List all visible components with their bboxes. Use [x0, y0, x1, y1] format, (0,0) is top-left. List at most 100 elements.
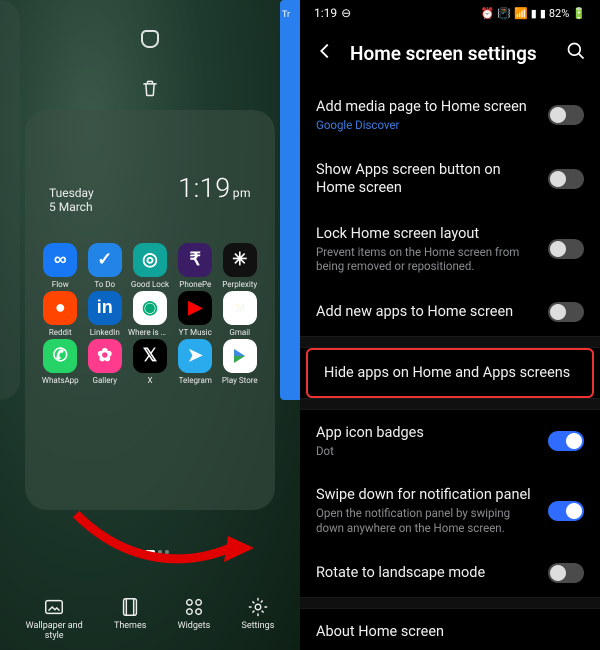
app-icon: ◉: [133, 291, 167, 325]
widgets-label: Widgets: [178, 622, 211, 632]
setting-row-hide-apps-on-home-and-apps-screens[interactable]: Hide apps on Home and Apps screens: [308, 350, 592, 396]
app-icon: ✆: [43, 339, 77, 373]
setting-row-app-icon-badges[interactable]: App icon badgesDot: [300, 410, 600, 473]
app-label: Gmail: [229, 328, 250, 337]
setting-row-rotate-to-landscape-mode[interactable]: Rotate to landscape mode: [300, 549, 600, 597]
setting-title: Swipe down for notification panel: [316, 486, 536, 504]
widgets-button[interactable]: Widgets: [178, 596, 211, 642]
home-icon[interactable]: [141, 30, 159, 48]
title-bar: Home screen settings: [300, 26, 600, 84]
battery-icon: 🔋: [572, 7, 586, 20]
app-icon: ✓: [88, 243, 122, 277]
setting-title: Show Apps screen button on Home screen: [316, 161, 536, 197]
toggle[interactable]: [548, 239, 584, 259]
app-label: Telegram: [179, 376, 212, 385]
wifi-icon: 📶: [514, 7, 528, 20]
annotation-arrow: [68, 506, 258, 580]
app-flow[interactable]: ∞Flow: [39, 243, 82, 289]
app-label: To Do: [94, 280, 115, 289]
toggle[interactable]: [548, 105, 584, 125]
app-label: X: [147, 376, 152, 385]
back-button[interactable]: [314, 40, 336, 66]
status-bar: 1:19 ⊖ ⏰ 📳 📶 ▮ ▮ 82% 🔋: [300, 0, 600, 26]
signal1-icon: ▮: [531, 7, 537, 20]
alarm-icon: ⏰: [481, 7, 495, 20]
toggle[interactable]: [548, 302, 584, 322]
wallpaper-label: Wallpaper and style: [26, 622, 83, 642]
app-label: Play Store: [222, 376, 258, 385]
settings-button[interactable]: Settings: [241, 596, 274, 642]
launcher-toolbar: Wallpaper and style Themes Widgets Setti…: [0, 596, 300, 642]
app-icon: ●: [43, 291, 77, 325]
battery-percent: 82%: [549, 7, 569, 20]
app-label: YT Music: [179, 328, 212, 337]
wallpaper-button[interactable]: Wallpaper and style: [26, 596, 83, 642]
app-where-is-my-[interactable]: ◉ Where is my..: [128, 291, 172, 337]
setting-row-add-new-apps-to-home-screen[interactable]: Add new apps to Home screen: [300, 288, 600, 336]
launcher-edit-screen: Tr Tuesday 5 March 1:19pm ∞Flow✓ To Do ◎ Go…: [0, 0, 300, 650]
app-icon: ✿: [88, 339, 122, 373]
status-time: 1:19: [314, 6, 337, 20]
app-label: Where is my..: [128, 328, 172, 337]
themes-button[interactable]: Themes: [114, 596, 146, 642]
app-label: LinkedIn: [90, 328, 120, 337]
setting-row-about-home-screen[interactable]: About Home screen: [300, 609, 600, 650]
home-page-preview[interactable]: Tuesday 5 March 1:19pm ∞Flow✓ To Do ◎ Good …: [25, 110, 275, 510]
app-label: PhonePe: [179, 280, 211, 289]
highlight-box: Hide apps on Home and Apps screens: [306, 348, 594, 398]
page-title: Home screen settings: [350, 42, 552, 65]
app-icon: 𝕏: [133, 339, 167, 373]
vibrate-icon: 📳: [497, 7, 511, 20]
signal2-icon: ▮: [540, 7, 546, 20]
search-button[interactable]: [566, 41, 586, 65]
app-x[interactable]: 𝕏X: [128, 339, 172, 385]
app-label: Flow: [52, 280, 69, 289]
clock-widget: 1:19pm: [178, 172, 251, 204]
app-label: Good Lock: [131, 280, 169, 289]
setting-row-swipe-down-for-notification-panel[interactable]: Swipe down for notification panelOpen th…: [300, 472, 600, 549]
app-yt-music[interactable]: ▶ YT Music: [174, 291, 217, 337]
settings-screen: 1:19 ⊖ ⏰ 📳 📶 ▮ ▮ 82% 🔋 Home screen setti…: [300, 0, 600, 650]
app-icon: M: [223, 291, 257, 325]
setting-title: Hide apps on Home and Apps screens: [324, 364, 576, 382]
themes-label: Themes: [114, 622, 146, 632]
remove-page-button[interactable]: [140, 78, 160, 102]
setting-title: Add media page to Home screen: [316, 98, 536, 116]
app-to-do[interactable]: ✓ To Do: [84, 243, 127, 289]
app-label: Gallery: [93, 376, 118, 385]
app-whatsapp[interactable]: ✆ WhatsApp: [39, 339, 82, 385]
app-icon: ₹: [178, 243, 212, 277]
app-icon: ▶: [178, 291, 212, 325]
app-icon: in: [88, 291, 122, 325]
app-icon: ◎: [133, 243, 167, 277]
toggle[interactable]: [548, 169, 584, 189]
app-good-lock[interactable]: ◎ Good Lock: [128, 243, 172, 289]
toggle[interactable]: [548, 501, 584, 521]
app-grid: ∞Flow✓ To Do ◎ Good Lock ₹ PhonePe ✳Perplexity…: [35, 243, 265, 385]
app-perplexity[interactable]: ✳Perplexity: [219, 243, 262, 289]
toggle[interactable]: [548, 431, 584, 451]
setting-subtitle: Google Discover: [316, 118, 536, 132]
app-linkedin[interactable]: in LinkedIn: [84, 291, 127, 337]
app-label: WhatsApp: [42, 376, 79, 385]
setting-title: Add new apps to Home screen: [316, 303, 536, 321]
app-gallery[interactable]: ✿ Gallery: [84, 339, 127, 385]
setting-row-lock-home-screen-layout[interactable]: Lock Home screen layoutPrevent items on …: [300, 211, 600, 288]
clock-ampm: pm: [233, 186, 251, 200]
status-right: ⏰ 📳 📶 ▮ ▮ 82% 🔋: [481, 7, 586, 20]
next-page-app-hint: Tr: [282, 10, 290, 20]
dnd-icon: ⊖: [341, 6, 351, 20]
setting-row-add-media-page-to-home-screen[interactable]: Add media page to Home screen Google Disc…: [300, 84, 600, 147]
toggle[interactable]: [548, 563, 584, 583]
app-phonepe[interactable]: ₹ PhonePe: [174, 243, 217, 289]
settings-list: Add media page to Home screen Google Disc…: [300, 84, 600, 650]
date-date: 5 March: [49, 200, 94, 214]
setting-row-show-apps-screen-button-on-home-screen[interactable]: Show Apps screen button on Home screen: [300, 147, 600, 211]
setting-title: Rotate to landscape mode: [316, 564, 536, 582]
app-gmail[interactable]: M Gmail: [219, 291, 262, 337]
app-label: Reddit: [49, 328, 72, 337]
app-play-store[interactable]: Play Store: [219, 339, 262, 385]
date-widget: Tuesday 5 March: [49, 186, 94, 215]
app-reddit[interactable]: ● Reddit: [39, 291, 82, 337]
app-telegram[interactable]: ➤Telegram: [174, 339, 217, 385]
